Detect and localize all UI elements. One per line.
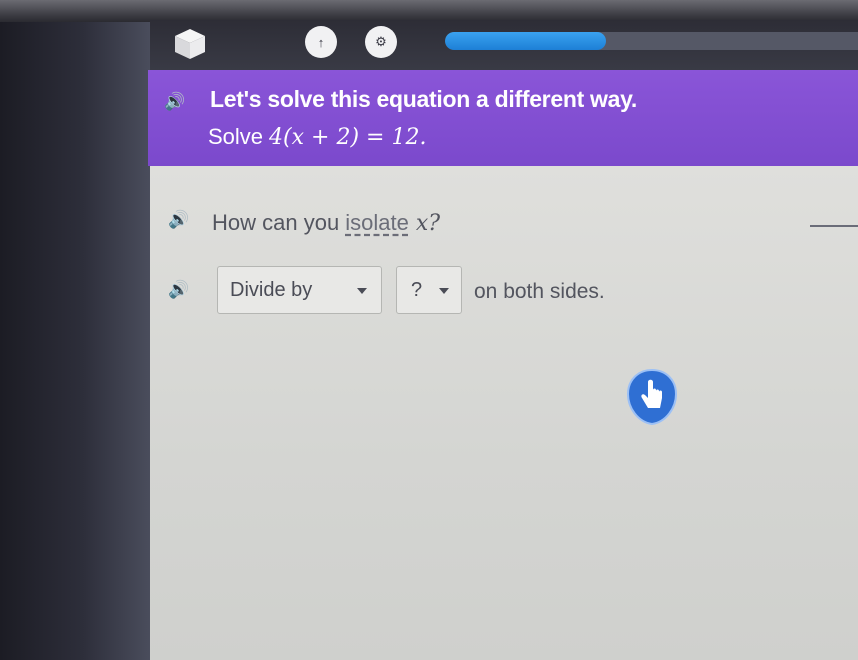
equation-line: Solve 4(x + 2) = 12. (208, 124, 426, 150)
question-variable: x? (408, 211, 441, 236)
person-icon[interactable]: ↑ (305, 26, 337, 58)
chevron-down-icon (439, 288, 449, 294)
instruction-text: Let's solve this equation a different wa… (210, 86, 637, 112)
solve-label: Solve (208, 124, 264, 149)
progress-fill (445, 32, 607, 50)
content-area (150, 166, 858, 660)
question-text: How can you isolate x? (212, 210, 440, 236)
screen-left-edge (0, 0, 150, 660)
hand-pointer-icon (626, 368, 678, 426)
question-speaker-icon[interactable]: 🔊 (168, 210, 189, 230)
answer-suffix: on both sides. (474, 280, 605, 303)
gear-glyph: ⚙ (375, 34, 387, 49)
cube-icon[interactable] (172, 26, 208, 62)
isolate-link[interactable]: isolate (345, 210, 409, 235)
equation: 4(x + 2) = 12. (269, 125, 427, 150)
value-dropdown[interactable]: ? (396, 266, 462, 314)
chevron-down-icon (357, 288, 367, 294)
operation-dropdown-value: Divide by (230, 278, 313, 301)
operation-dropdown[interactable]: Divide by (217, 266, 382, 314)
monitor-top-bezel (0, 0, 858, 22)
gear-icon[interactable]: ⚙ (365, 26, 397, 58)
value-dropdown-value: ? (411, 278, 423, 301)
instruction-banner (148, 70, 858, 166)
divider-line (810, 225, 858, 227)
person-glyph: ↑ (317, 34, 325, 50)
speaker-icon[interactable]: 🔊 (164, 92, 185, 112)
question-prefix: How can you (212, 210, 346, 235)
answer-speaker-icon[interactable]: 🔊 (168, 280, 189, 300)
progress-bar (445, 32, 858, 50)
